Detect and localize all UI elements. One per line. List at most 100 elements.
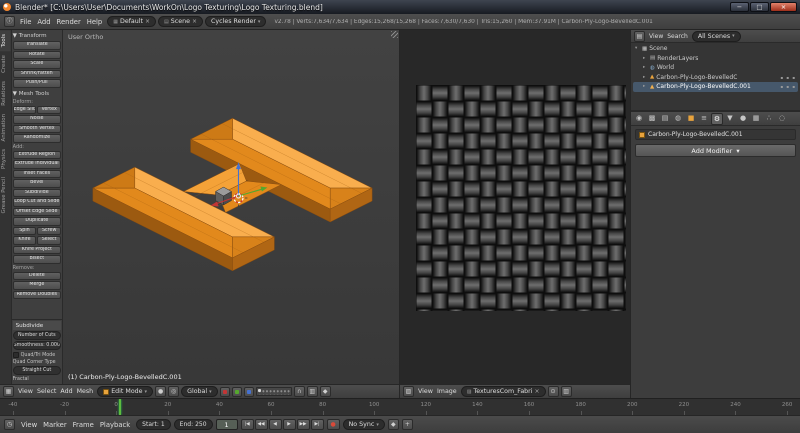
toolshelf-tab-create[interactable]: Create: [0, 51, 11, 77]
push-pull-button[interactable]: Push/Pull: [12, 79, 61, 88]
scene-unlink-icon[interactable]: ×: [192, 18, 197, 25]
shrink-fatten-button[interactable]: Shrink/Fatten: [12, 69, 61, 78]
merge-button[interactable]: Merge: [12, 281, 61, 290]
close-button[interactable]: ×: [770, 2, 797, 12]
add-modifier-button[interactable]: Add Modifier ▾: [635, 144, 796, 157]
outliner-filter-dropdown[interactable]: All Scenes ▾: [691, 30, 741, 42]
expand-icon[interactable]: ▸: [643, 84, 648, 89]
loop-cut-and-slide-button[interactable]: Loop Cut and Slide: [12, 198, 61, 207]
translate-button[interactable]: Translate: [12, 41, 61, 50]
texture-tab-icon[interactable]: ▦: [750, 113, 762, 125]
frame-end-field[interactable]: End: 250: [173, 419, 213, 430]
panel-header-mesh-tools[interactable]: ▼ Mesh Tools: [13, 89, 61, 99]
region-corner-grip[interactable]: [391, 31, 398, 38]
expand-icon[interactable]: ▸: [643, 56, 648, 61]
render-preview-icon[interactable]: ◆: [319, 386, 331, 397]
toolshelf-tab-animation[interactable]: Animation: [0, 110, 11, 145]
quad-tri-mode-checkbox[interactable]: [12, 352, 19, 358]
uv-menu-image[interactable]: Image: [435, 388, 459, 395]
orientation-dropdown[interactable]: Global ▾: [181, 386, 218, 397]
editor-type-icon[interactable]: ▦: [3, 386, 14, 397]
record-button[interactable]: ●: [326, 419, 340, 430]
particles-tab-icon[interactable]: ∴: [763, 113, 775, 125]
insert-keyframe-icon[interactable]: +: [401, 419, 413, 430]
offset-edge-slide-button[interactable]: Offset Edge Slide: [12, 207, 61, 216]
image-unlink-icon[interactable]: ×: [535, 388, 540, 395]
redo-panel-header[interactable]: Subdivide: [12, 321, 61, 330]
constraints-tab-icon[interactable]: ≡: [698, 113, 710, 125]
info-menu-file[interactable]: File: [17, 18, 34, 26]
spin-button[interactable]: Spin: [12, 226, 37, 235]
smoothness-field[interactable]: Smoothness: 0.000: [12, 341, 61, 350]
snap-magnet-icon[interactable]: ∩: [293, 386, 305, 397]
expand-icon[interactable]: ▸: [643, 75, 648, 80]
select-button[interactable]: Select: [37, 236, 61, 245]
outliner-editor-icon[interactable]: ▤: [634, 30, 645, 42]
expand-icon[interactable]: ▾: [635, 46, 640, 51]
maximize-button[interactable]: □: [750, 2, 769, 12]
viewport-3d[interactable]: User Ortho (1) Carbon-Ply-Logo-BevelledC…: [63, 30, 399, 384]
delete-button[interactable]: Delete: [12, 271, 61, 280]
pivot-point-icon[interactable]: ◎: [168, 386, 180, 397]
image-editor-icon[interactable]: ▨: [403, 386, 414, 397]
info-menu-help[interactable]: Help: [84, 18, 106, 26]
object-data-tab-icon[interactable]: ▼: [724, 113, 736, 125]
outliner-item-scene[interactable]: ▾ ▦ Scene: [633, 44, 798, 54]
manipulator-scale-icon[interactable]: [243, 386, 254, 397]
outliner-menu-search[interactable]: Search: [665, 33, 690, 40]
jump-to-start-button[interactable]: |◀: [240, 419, 254, 430]
minimize-button[interactable]: −: [730, 2, 749, 12]
screen-layout-selector[interactable]: ▦ Default ×: [107, 16, 157, 27]
inset-faces-button[interactable]: Inset Faces: [12, 169, 61, 178]
timeline-menu-view[interactable]: View: [18, 421, 40, 429]
vertex-button[interactable]: Vertex: [37, 105, 61, 114]
view3d-menu-mesh[interactable]: Mesh: [75, 388, 96, 395]
image-pin-icon[interactable]: ⊙: [547, 386, 559, 397]
extrude-individual-button[interactable]: Extrude Individual: [12, 160, 61, 169]
number-of-cuts-field[interactable]: Number of Cuts: [12, 331, 61, 340]
physics-tab-icon[interactable]: ◌: [776, 113, 788, 125]
outliner-menu-view[interactable]: View: [647, 33, 665, 40]
view3d-menu-view[interactable]: View: [16, 388, 35, 395]
layout-unlink-icon[interactable]: ×: [145, 18, 150, 25]
quad-corner-type-dropdown[interactable]: Straight Cut: [12, 366, 61, 375]
rotate-button[interactable]: Rotate: [12, 50, 61, 59]
subdivide-button[interactable]: Subdivide: [12, 188, 61, 197]
material-tab-icon[interactable]: ●: [737, 113, 749, 125]
outliner-item-carbon-ply-logo-bevelledc-001[interactable]: ▸ ▲ Carbon-Ply-Logo-BevelledC.001 ▪ ▪ ▪: [633, 82, 798, 92]
knife-button[interactable]: Knife: [12, 236, 37, 245]
timeline-ruler[interactable]: -40 -20 0 20 40 60 80 100 120 140 160 180 200 220 240 2…: [0, 399, 800, 416]
bisect-button[interactable]: Bisect: [12, 255, 61, 264]
uv-image-canvas[interactable]: [400, 30, 630, 384]
toolshelf-tab-grease-pencil[interactable]: Grease Pencil: [0, 173, 11, 217]
world-tab-icon[interactable]: ◍: [672, 113, 684, 125]
extrude-region-button[interactable]: Extrude Region: [12, 150, 61, 159]
current-frame-field[interactable]: 1: [215, 419, 238, 430]
view3d-menu-select[interactable]: Select: [35, 388, 58, 395]
timeline-menu-marker[interactable]: Marker: [40, 421, 70, 429]
knife-project-button[interactable]: Knife Project: [12, 245, 61, 254]
scale-button[interactable]: Scale: [12, 60, 61, 69]
edge-slide-button[interactable]: Edge Slide: [12, 105, 37, 114]
toolshelf-tab-physics[interactable]: Physics: [0, 145, 11, 173]
scene-tab-icon[interactable]: ▤: [659, 113, 671, 125]
outliner-item-carbon-ply-logo-bevelledc[interactable]: ▸ ▲ Carbon-Ply-Logo-BevelledC ▪ ▪ ▪: [633, 73, 798, 83]
uv-menu-view[interactable]: View: [416, 388, 435, 395]
scene-selector[interactable]: ▤ Scene ×: [158, 16, 203, 27]
restrict-toggle-icons[interactable]: ▪ ▪ ▪: [780, 84, 798, 89]
toolshelf-tab-relations[interactable]: Relations: [0, 77, 11, 110]
duplicate-button[interactable]: Duplicate: [12, 217, 61, 226]
timeline-editor-icon[interactable]: ◷: [4, 419, 15, 430]
play-reverse-button[interactable]: ◀: [268, 419, 282, 430]
play-button[interactable]: ▶: [282, 419, 296, 430]
modifiers-tab-icon[interactable]: ⚙: [711, 112, 723, 125]
screw-button[interactable]: Screw: [37, 226, 61, 235]
render-layers-tab-icon[interactable]: ▩: [646, 113, 658, 125]
render-tab-icon[interactable]: ◉: [633, 113, 645, 125]
current-frame-playhead[interactable]: [118, 399, 121, 415]
display-channels-icon[interactable]: ▥: [560, 386, 572, 397]
object-tab-icon[interactable]: ■: [685, 113, 697, 125]
noise-button[interactable]: Noise: [12, 115, 61, 124]
sync-dropdown[interactable]: No Sync ▾: [342, 419, 385, 430]
bevel-button[interactable]: Bevel: [12, 179, 61, 188]
